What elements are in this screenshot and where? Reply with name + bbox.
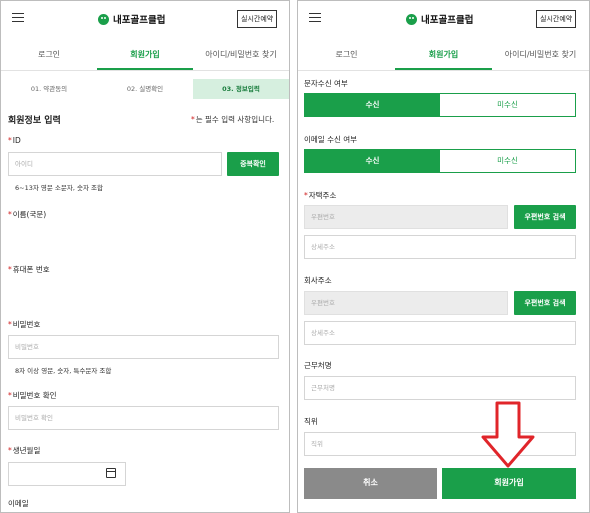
email-receive-no[interactable]: 미수신: [440, 150, 575, 172]
step-info-input: 03. 정보입력: [193, 79, 289, 99]
signup-steps: 01. 약관동의 02. 실명확인 03. 정보입력: [1, 79, 289, 99]
id-duplicate-check-button[interactable]: 중복확인: [227, 152, 279, 176]
auth-tabs: 로그인 회원가입 아이디/비밀번호 찾기: [298, 41, 589, 71]
home-address-label: *자택주소: [304, 191, 337, 200]
password-hint: 8자 이상 영문, 숫자, 특수문자 조합: [15, 367, 112, 375]
password-input[interactable]: 비밀번호: [8, 335, 279, 359]
realtime-reservation-button[interactable]: 실시간예약: [237, 10, 278, 28]
brand-logo[interactable]: 내포골프클럽: [98, 12, 165, 26]
company-address-label: 회사주소: [304, 276, 332, 285]
sms-receive-toggle: 수신 미수신: [304, 93, 576, 117]
birthday-label: *생년월일: [8, 446, 41, 455]
sms-receive-yes[interactable]: 수신: [305, 94, 440, 116]
app-header: 내포골프클럽 실시간예약: [1, 1, 289, 37]
calendar-icon[interactable]: [106, 468, 116, 478]
workplace-label: 근무처명: [304, 361, 332, 370]
id-label: *ID: [8, 136, 21, 145]
tab-signup[interactable]: 회원가입: [97, 41, 193, 70]
password-label: *비밀번호: [8, 320, 41, 329]
step-terms: 01. 약관동의: [30, 85, 68, 93]
id-hint: 6~13자 영문 소문자, 숫자 조합: [15, 184, 103, 192]
position-label: 직위: [304, 417, 318, 426]
home-postcode-input[interactable]: 우편번호: [304, 205, 508, 229]
tab-find-account[interactable]: 아이디/비밀번호 찾기: [492, 41, 589, 70]
company-postcode-input[interactable]: 우편번호: [304, 291, 508, 315]
signup-form-panel-left: 내포골프클럽 실시간예약 로그인 회원가입 아이디/비밀번호 찾기 01. 약관…: [0, 0, 290, 513]
menu-icon[interactable]: [12, 13, 24, 22]
tab-signup[interactable]: 회원가입: [395, 41, 492, 70]
id-input[interactable]: 아이디: [8, 152, 222, 176]
section-title: 회원정보 입력: [8, 116, 61, 126]
required-note: *는 필수 입력 사항입니다.: [191, 115, 275, 124]
company-detail-address-input[interactable]: 상세주소: [304, 321, 576, 345]
workplace-input[interactable]: 근무처명: [304, 376, 576, 400]
tab-login[interactable]: 로그인: [1, 41, 97, 70]
menu-icon[interactable]: [309, 13, 321, 22]
name-label: *이름(국문): [8, 210, 47, 219]
phone-label: *휴대폰 번호: [8, 265, 50, 274]
home-postcode-search-button[interactable]: 우편번호 검색: [514, 205, 576, 229]
signup-submit-button[interactable]: 회원가입: [442, 468, 576, 499]
auth-tabs: 로그인 회원가입 아이디/비밀번호 찾기: [1, 41, 289, 71]
brand-logo[interactable]: 내포골프클럽: [406, 12, 473, 26]
step-verification: 02. 실명확인: [126, 85, 164, 93]
signup-form-panel-right: 내포골프클럽 실시간예약 로그인 회원가입 아이디/비밀번호 찾기 문자수신 여…: [297, 0, 590, 513]
smiley-logo-icon: [406, 13, 417, 25]
app-header: 내포골프클럽 실시간예약: [298, 1, 589, 37]
email-receive-toggle: 수신 미수신: [304, 149, 576, 173]
smiley-logo-icon: [98, 13, 109, 25]
position-input[interactable]: 직위: [304, 432, 576, 456]
required-mark: *: [191, 115, 195, 124]
password-confirm-input[interactable]: 비밀번호 확인: [8, 406, 279, 430]
tab-login[interactable]: 로그인: [298, 41, 395, 70]
email-label: 이메일: [8, 499, 29, 508]
company-postcode-search-button[interactable]: 우편번호 검색: [514, 291, 576, 315]
cancel-button[interactable]: 취소: [304, 468, 437, 499]
home-detail-address-input[interactable]: 상세주소: [304, 235, 576, 259]
tab-find-account[interactable]: 아이디/비밀번호 찾기: [193, 41, 289, 70]
realtime-reservation-button[interactable]: 실시간예약: [536, 10, 577, 28]
password-confirm-label: *비밀번호 확인: [8, 391, 57, 400]
sms-receive-no[interactable]: 미수신: [440, 94, 575, 116]
email-receive-yes[interactable]: 수신: [305, 150, 440, 172]
sms-receive-label: 문자수신 여부: [304, 79, 348, 88]
email-receive-label: 이메일 수신 여부: [304, 135, 358, 144]
